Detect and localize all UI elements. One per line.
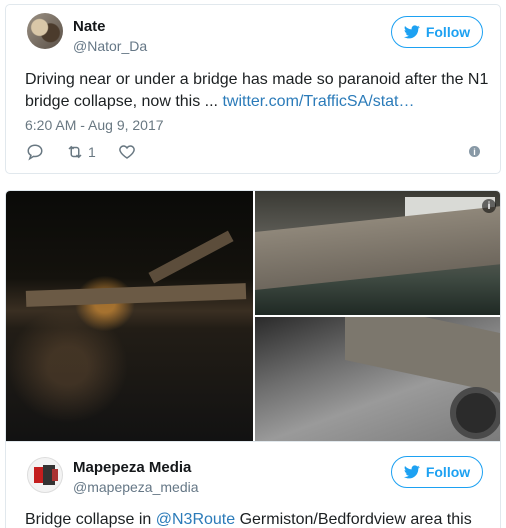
follow-label: Follow	[425, 24, 471, 40]
tweet-header: Nate @Nator_Da Follow	[6, 5, 500, 61]
author-handle[interactable]: @Nator_Da	[73, 38, 147, 54]
heart-icon	[118, 145, 135, 159]
media-photo-bridge-night[interactable]	[6, 191, 253, 441]
author-handle[interactable]: @mapepeza_media	[73, 479, 199, 495]
info-icon[interactable]: i	[469, 146, 480, 157]
media-photo-fallen-slab[interactable]: i	[255, 191, 500, 315]
tweet-timestamp[interactable]: 6:20 AM - Aug 9, 2017	[25, 117, 164, 133]
reply-button[interactable]	[26, 143, 44, 161]
like-button[interactable]	[118, 143, 136, 161]
divider	[6, 441, 500, 442]
follow-button[interactable]: Follow	[391, 456, 483, 488]
twitter-bird-icon	[403, 25, 420, 39]
tweet-body-rest: Germiston/Bedfordview area this	[235, 511, 472, 528]
retweet-button[interactable]: 1	[66, 143, 96, 161]
author-name[interactable]: Mapepeza Media	[73, 459, 191, 476]
retweet-count: 1	[88, 144, 96, 160]
avatar[interactable]	[27, 457, 63, 493]
retweet-icon	[68, 145, 82, 159]
info-icon[interactable]: i	[482, 199, 496, 213]
tweet-actions: 1	[26, 143, 158, 161]
avatar[interactable]	[27, 13, 63, 49]
reply-icon	[27, 144, 43, 161]
tweet-media-grid: i	[6, 191, 500, 441]
follow-label: Follow	[425, 464, 471, 480]
tweet-card-nate: Nate @Nator_Da Follow Driving near or un…	[5, 4, 501, 174]
tweet-link[interactable]: twitter.com/TrafficSA/stat…	[222, 93, 414, 110]
follow-button[interactable]: Follow	[391, 16, 483, 48]
tweet-text: Bridge collapse in @N3Route Germiston/Be…	[25, 509, 495, 528]
twitter-bird-icon	[403, 465, 420, 479]
tweet-card-mapepeza: i Mapepeza Media @mapepeza_media Follow …	[5, 190, 501, 528]
tweet-body: Bridge collapse in	[25, 511, 156, 528]
tweet-text: Driving near or under a bridge has made …	[25, 69, 495, 113]
mention-link[interactable]: @N3Route	[156, 511, 235, 528]
author-name[interactable]: Nate	[73, 18, 106, 35]
media-photo-crushed-car[interactable]	[255, 317, 500, 441]
